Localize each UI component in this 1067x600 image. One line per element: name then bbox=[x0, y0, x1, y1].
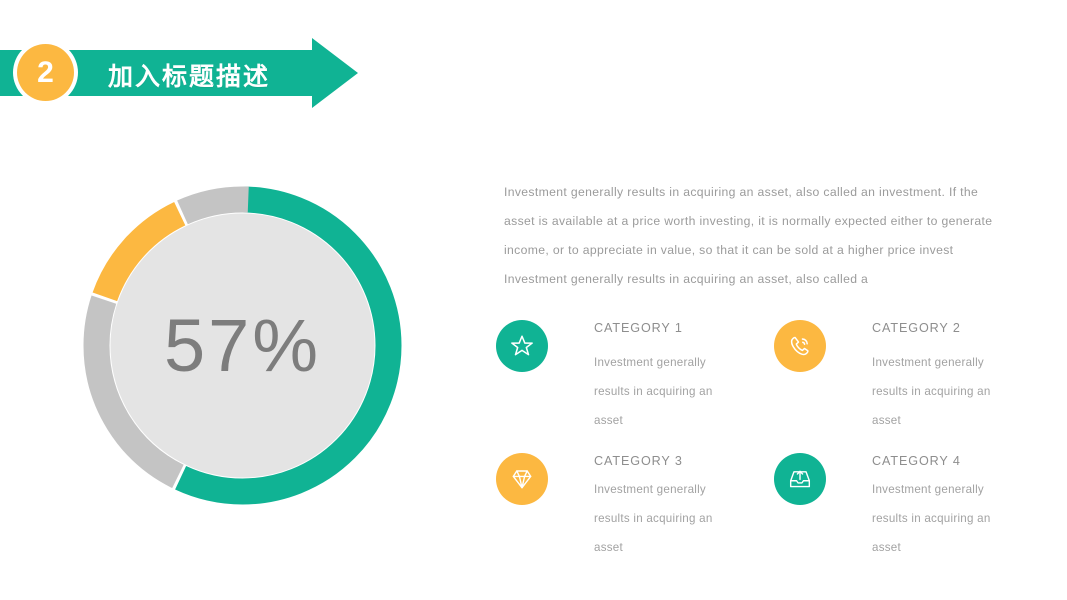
category-body: Investment generally results in acquirin… bbox=[872, 483, 991, 554]
category-grid: CATEGORY 1 Investment generally results … bbox=[496, 318, 1056, 562]
category-title: CATEGORY 3 bbox=[594, 454, 683, 468]
category-row-2: CATEGORY 3 Investment generally results … bbox=[496, 451, 1056, 562]
category-item-4[interactable]: CATEGORY 4 Investment generally results … bbox=[774, 451, 1052, 562]
category-text-1: CATEGORY 1 Investment generally results … bbox=[594, 318, 732, 435]
category-text-2: CATEGORY 2 Investment generally results … bbox=[872, 318, 1010, 435]
header-banner: 2 加入标题描述 bbox=[0, 38, 380, 108]
upload-tray-icon-glyph bbox=[789, 470, 811, 488]
header-step-number: 2 bbox=[37, 55, 54, 89]
star-icon bbox=[496, 320, 548, 372]
category-title: CATEGORY 4 bbox=[872, 454, 961, 468]
category-text-4: CATEGORY 4 Investment generally results … bbox=[872, 451, 1010, 562]
diamond-icon bbox=[496, 453, 548, 505]
category-body: Investment generally results in acquirin… bbox=[872, 356, 991, 427]
category-item-1[interactable]: CATEGORY 1 Investment generally results … bbox=[496, 318, 774, 435]
upload-tray-icon bbox=[774, 453, 826, 505]
diamond-icon-glyph bbox=[512, 470, 532, 489]
category-body: Investment generally results in acquirin… bbox=[594, 356, 713, 427]
page-title: 加入标题描述 bbox=[108, 62, 271, 91]
category-item-3[interactable]: CATEGORY 3 Investment generally results … bbox=[496, 451, 774, 562]
slide-canvas: 2 加入标题描述 57% Investment generally result… bbox=[0, 0, 1067, 600]
category-title: CATEGORY 1 bbox=[594, 321, 683, 335]
donut-center-value: 57% bbox=[163, 304, 322, 387]
star-icon-glyph bbox=[511, 335, 533, 356]
category-item-2[interactable]: CATEGORY 2 Investment generally results … bbox=[774, 318, 1052, 435]
phone-call-icon-glyph bbox=[790, 336, 809, 356]
category-row-1: CATEGORY 1 Investment generally results … bbox=[496, 318, 1056, 435]
category-title: CATEGORY 2 bbox=[872, 321, 961, 335]
description-paragraph: Investment generally results in acquirin… bbox=[504, 185, 993, 286]
phone-call-icon bbox=[774, 320, 826, 372]
category-body: Investment generally results in acquirin… bbox=[594, 483, 713, 554]
donut-chart: 57% bbox=[82, 185, 403, 506]
header-step-badge: 2 bbox=[17, 44, 74, 101]
category-text-3: CATEGORY 3 Investment generally results … bbox=[594, 451, 732, 562]
